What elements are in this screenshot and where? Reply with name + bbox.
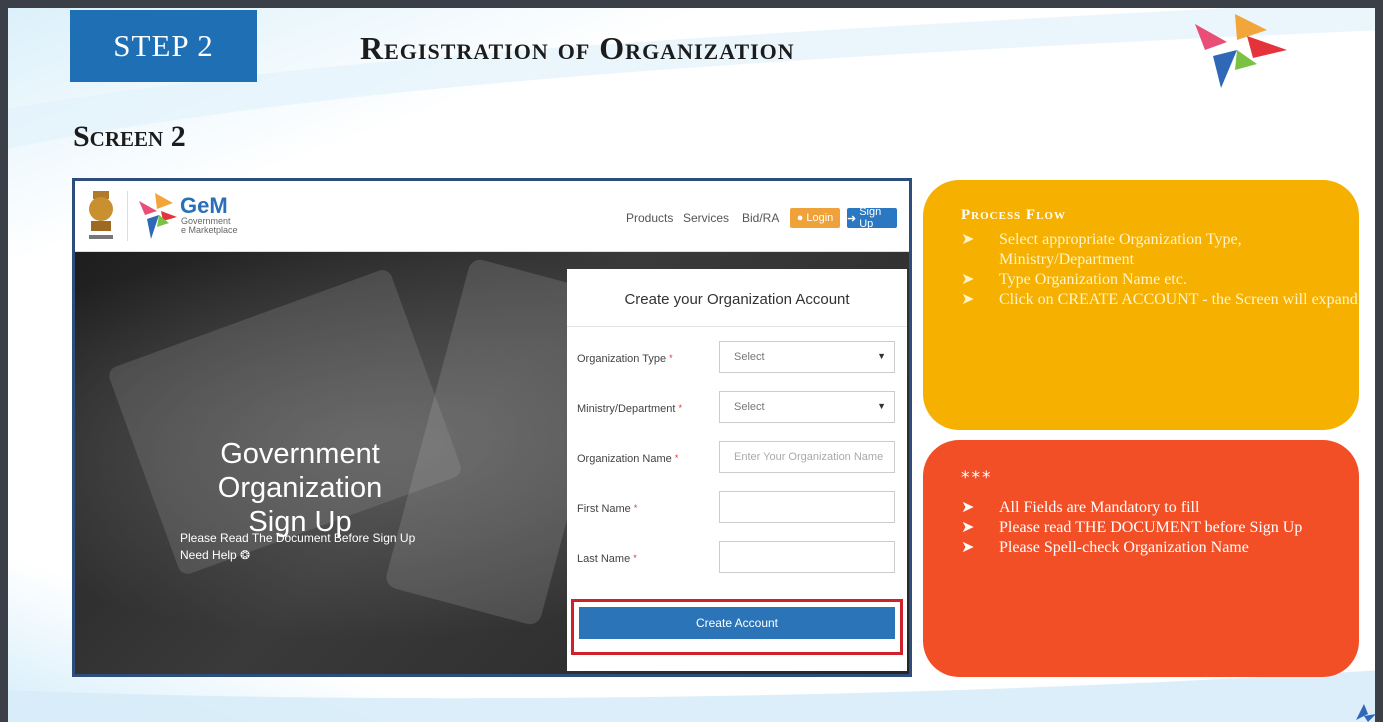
signup-icon: ➜ <box>847 212 857 225</box>
signup-label: Sign Up <box>859 206 882 230</box>
process-flow-panel: Process Flow ➤ Select appropriate Organiz… <box>923 180 1359 430</box>
note-item: ➤ Please Spell-check Organization Name <box>961 539 1249 556</box>
process-flow-item: ➤ Select appropriate Organization Type, M… <box>961 231 1242 268</box>
signup-hero: Government Organization Sign Up Please R… <box>75 252 909 674</box>
first-name-label: First Name * <box>577 503 638 515</box>
corner-star-icon <box>1356 704 1376 722</box>
process-flow-heading: Process Flow <box>961 207 1066 223</box>
arrow-bullet-icon: ➤ <box>961 271 975 288</box>
nav-link-services[interactable]: Services <box>683 211 729 225</box>
dropdown-caret-icon: ▼ <box>877 401 886 411</box>
arrow-bullet-icon: ➤ <box>961 519 975 536</box>
arrow-bullet-icon: ➤ <box>961 291 975 308</box>
last-name-input[interactable] <box>719 541 895 573</box>
gem-signup-screenshot: GeM Government e Marketplace Products Se… <box>72 178 912 677</box>
gem-brand-subtitle: Government e Marketplace <box>181 217 238 235</box>
create-account-form: Create your Organization Account Organiz… <box>567 269 907 671</box>
help-icon: ❂ <box>240 548 251 562</box>
note-item: ➤ All Fields are Mandatory to fill <box>961 499 1200 516</box>
org-name-input[interactable]: Enter Your Organization Name <box>719 441 895 473</box>
document-note-link[interactable]: Please Read The Document Before Sign Up <box>180 530 415 547</box>
note-item: ➤ Please read THE DOCUMENT before Sign Up <box>961 519 1303 536</box>
user-icon: ● <box>796 212 804 224</box>
left-frame <box>0 0 8 722</box>
org-type-label: Organization Type * <box>577 353 673 365</box>
step-badge: STEP 2 <box>70 10 257 82</box>
hero-title-line1: Government Organization <box>217 438 383 504</box>
slide-title: Registration of Organization <box>360 30 795 66</box>
top-frame <box>0 0 1383 8</box>
nav-link-bid-ra[interactable]: Bid/RA <box>742 211 779 225</box>
signup-button[interactable]: ➜ Sign Up <box>847 206 897 230</box>
ministry-select[interactable]: Select ▼ <box>719 391 895 423</box>
national-emblem-icon <box>89 191 113 239</box>
form-title: Create your Organization Account <box>624 291 850 308</box>
ministry-value: Select <box>734 401 765 413</box>
form-divider <box>567 326 907 327</box>
right-frame <box>1375 0 1383 722</box>
need-help-link[interactable]: Need Help ❂ <box>180 547 415 564</box>
notes-heading: *** <box>961 468 993 488</box>
need-help-label: Need Help <box>180 548 237 562</box>
nav-link-products[interactable]: Products <box>626 211 673 225</box>
arrow-bullet-icon: ➤ <box>961 539 975 556</box>
dropdown-caret-icon: ▼ <box>877 351 886 361</box>
process-flow-item: ➤ Type Organization Name etc. <box>961 271 1187 288</box>
ministry-label: Ministry/Department * <box>577 403 682 415</box>
slide: STEP 2 Registration of Organization Scre… <box>0 0 1383 722</box>
arrow-bullet-icon: ➤ <box>961 499 975 516</box>
last-name-label: Last Name * <box>577 553 637 565</box>
arrow-bullet-icon: ➤ <box>961 231 975 248</box>
create-account-button[interactable]: Create Account <box>579 607 895 639</box>
login-label: Login <box>806 212 834 224</box>
gem-star-logo-icon <box>1195 14 1287 88</box>
org-name-label: Organization Name * <box>577 453 679 465</box>
org-type-value: Select <box>734 351 765 363</box>
process-flow-item: ➤ Click on CREATE ACCOUNT - the Screen wi… <box>961 291 1358 308</box>
process-flow-list: ➤ Select appropriate Organization Type, M… <box>961 230 1359 310</box>
screen-title: Screen 2 <box>73 120 186 153</box>
notes-list: ➤ All Fields are Mandatory to fill ➤ Pleas… <box>961 498 1302 558</box>
org-name-placeholder: Enter Your Organization Name <box>734 451 884 463</box>
nav-divider <box>127 191 128 241</box>
login-button[interactable]: ● Login <box>790 208 840 228</box>
org-type-select[interactable]: Select ▼ <box>719 341 895 373</box>
hero-title: Government Organization Sign Up <box>135 437 465 539</box>
notes-panel: *** ➤ All Fields are Mandatory to fill ➤ P… <box>923 440 1359 677</box>
gem-logo-icon[interactable] <box>135 191 179 241</box>
gem-navbar: GeM Government e Marketplace Products Se… <box>75 181 909 252</box>
brand-sub-line2: e Marketplace <box>181 225 238 235</box>
first-name-input[interactable] <box>719 491 895 523</box>
hero-notes: Please Read The Document Before Sign Up … <box>180 530 415 564</box>
